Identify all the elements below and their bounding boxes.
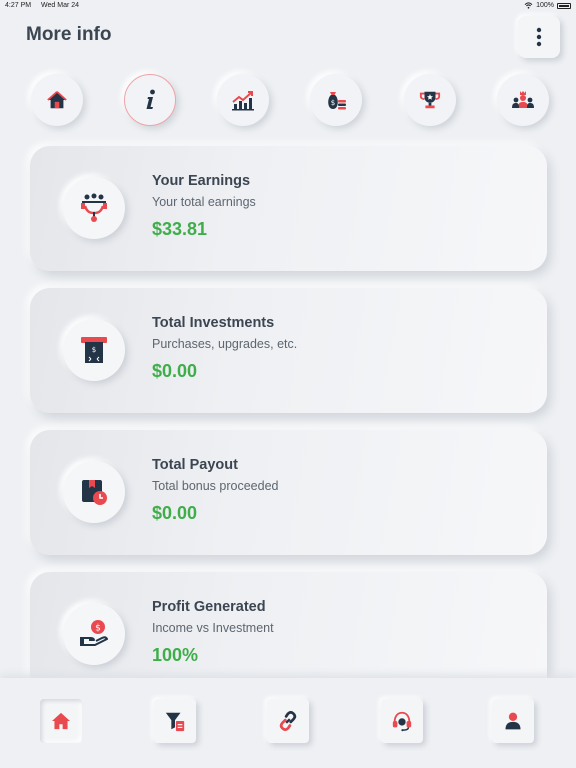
more-options-button[interactable] [518, 16, 560, 58]
card-title: Total Payout [152, 457, 238, 473]
chart-growth-icon [232, 91, 254, 111]
trophy-icon [419, 91, 441, 109]
status-date: Wed Mar 24 [41, 2, 80, 9]
user-icon [505, 712, 521, 730]
home-icon [47, 91, 67, 109]
tab-support[interactable] [381, 699, 423, 743]
card-value: $0.00 [152, 361, 198, 381]
nav-team[interactable] [497, 74, 549, 126]
hand-dollar-icon: $ [80, 620, 108, 646]
nav-growth[interactable] [217, 74, 269, 126]
card-subtitle: Your total earnings [152, 195, 256, 209]
team-icon [512, 91, 534, 108]
tab-filter[interactable] [154, 699, 196, 743]
card-subtitle: Total bonus proceeded [152, 479, 279, 493]
home-icon [52, 712, 70, 730]
tab-profile[interactable] [492, 699, 534, 743]
nav-trophy[interactable] [404, 74, 456, 126]
card-subtitle: Income vs Investment [152, 621, 274, 635]
network-person-icon [81, 193, 107, 222]
wifi-icon [524, 2, 533, 9]
headset-icon [392, 711, 412, 732]
filter-doc-icon [165, 712, 185, 732]
tab-link[interactable] [267, 699, 309, 743]
tab-home[interactable] [40, 699, 82, 743]
svg-text:$: $ [92, 346, 96, 354]
nav-money[interactable]: $ [310, 74, 362, 126]
box-clock-icon [82, 480, 107, 505]
info-icon [146, 89, 155, 109]
status-bar: 4:27 PM Wed Mar 24 100% [0, 0, 576, 12]
link-icon [279, 710, 297, 732]
card-value: $0.00 [152, 503, 198, 523]
card-title: Total Investments [152, 315, 275, 331]
card-subtitle: Purchases, upgrades, etc. [152, 337, 298, 351]
svg-text:$: $ [95, 624, 101, 634]
card-value: 100% [152, 645, 199, 665]
card-title: Profit Generated [152, 599, 266, 615]
investments-card[interactable]: $ Total Investments Purchases, upgrades,… [30, 288, 547, 413]
vertical-dots-icon [536, 27, 542, 47]
svg-text:$: $ [331, 99, 335, 107]
battery-percent: 100% [536, 2, 554, 9]
status-time: 4:27 PM [5, 2, 32, 9]
card-value: $33.81 [152, 219, 208, 239]
money-bag-icon: $ [328, 92, 346, 110]
atm-cash-icon: $ [81, 337, 107, 363]
earnings-card[interactable]: Your Earnings Your total earnings $33.81 [30, 146, 547, 271]
nav-home[interactable] [31, 74, 83, 126]
battery-icon [557, 2, 571, 9]
nav-info[interactable] [124, 74, 176, 126]
card-title: Your Earnings [152, 173, 251, 189]
page-title: More info [26, 24, 112, 45]
payout-card[interactable]: Total Payout Total bonus proceeded $0.00 [30, 430, 547, 555]
